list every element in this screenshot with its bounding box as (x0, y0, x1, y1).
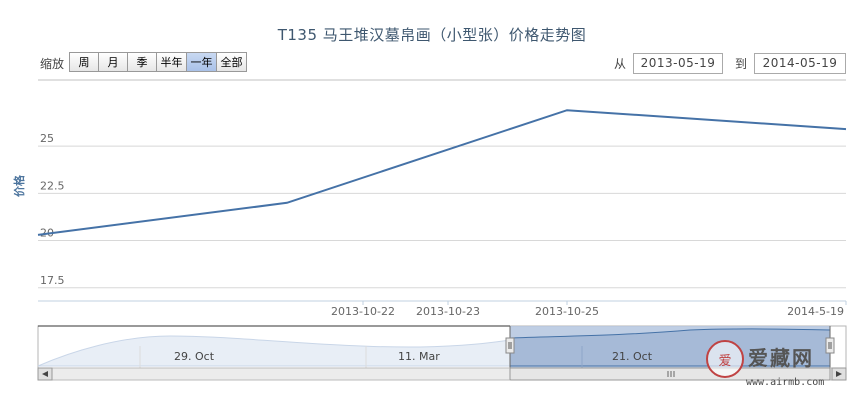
watermark-name: 爱藏网 (748, 346, 814, 370)
navigator-label-1: 29. Oct (174, 350, 215, 363)
y-tick-label: 25 (40, 132, 54, 145)
navigator-label-2: 11. Mar (398, 350, 440, 363)
price-series-line (37, 109, 847, 236)
y-tick-label: 22.5 (40, 179, 65, 192)
x-tick-label: 2014-5-19 (787, 305, 844, 318)
y-tick-label: 17.5 (40, 274, 65, 287)
x-tick-label: 2013-10-22 (331, 305, 395, 318)
x-tick-label: 2013-10-25 (535, 305, 599, 318)
x-axis-ticks: 2013-10-22 2013-10-23 2013-10-25 2014-5-19 (331, 301, 847, 318)
x-tick-label: 2013-10-23 (416, 305, 480, 318)
navigator-left-handle[interactable] (505, 337, 515, 354)
grid-lines (38, 145, 846, 289)
navigator-label-3: 21. Oct (612, 350, 653, 363)
watermark-seal-icon: 爱 (706, 340, 744, 378)
y-axis-labels: 17.52022.525 (40, 132, 65, 287)
watermark: 爱 爱藏网 www.airmb.com (706, 340, 856, 398)
watermark-url: www.airmb.com (746, 377, 825, 388)
